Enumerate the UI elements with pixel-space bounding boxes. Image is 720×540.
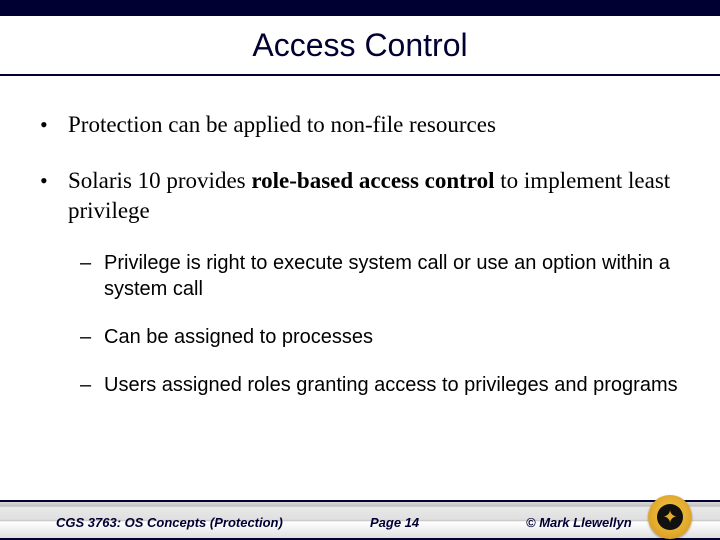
sub-bullet-text: Can be assigned to processes <box>104 324 373 350</box>
slide: Access Control • Protection can be appli… <box>0 0 720 540</box>
bullet-marker: • <box>40 166 68 226</box>
sub-bullet-marker: – <box>80 324 104 350</box>
footer-copyright: © Mark Llewellyn <box>526 515 632 530</box>
bullet-text: Protection can be applied to non-file re… <box>68 110 496 140</box>
sub-bullet-marker: – <box>80 250 104 302</box>
bullet-text: Solaris 10 provides role-based access co… <box>68 166 680 226</box>
bullet-item: • Solaris 10 provides role-based access … <box>40 166 680 226</box>
text-bold: role-based access control <box>251 168 494 193</box>
text-run: Solaris 10 provides <box>68 168 251 193</box>
top-border <box>0 0 720 16</box>
sub-bullet-item: – Privilege is right to execute system c… <box>80 250 680 302</box>
footer: CGS 3763: OS Concepts (Protection) Page … <box>0 494 720 540</box>
sub-bullet-item: – Can be assigned to processes <box>80 324 680 350</box>
footer-course: CGS 3763: OS Concepts (Protection) <box>56 515 283 530</box>
title-band: Access Control <box>0 16 720 76</box>
bullet-marker: • <box>40 110 68 140</box>
sub-bullet-text: Privilege is right to execute system cal… <box>104 250 680 302</box>
sub-bullet-text: Users assigned roles granting access to … <box>104 372 678 398</box>
content-area: • Protection can be applied to non-file … <box>40 92 680 480</box>
slide-title: Access Control <box>252 27 467 64</box>
logo-pegasus-icon: ✦ <box>660 507 680 527</box>
footer-page: Page 14 <box>370 515 419 530</box>
sub-bullet-item: – Users assigned roles granting access t… <box>80 372 680 398</box>
ucf-logo: ✦ <box>648 495 692 539</box>
sub-bullet-marker: – <box>80 372 104 398</box>
bullet-item: • Protection can be applied to non-file … <box>40 110 680 140</box>
